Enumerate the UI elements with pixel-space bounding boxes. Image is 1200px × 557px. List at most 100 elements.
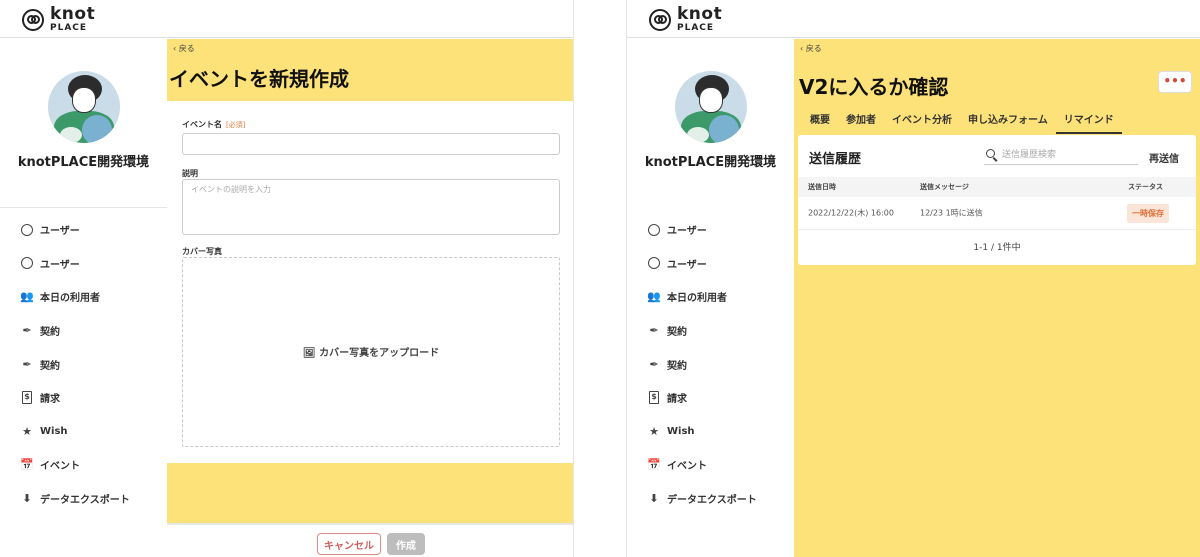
sidebar-item-contract[interactable]: ✒ 契約 [627, 314, 794, 348]
brand-logo[interactable]: knot PLACE [22, 6, 95, 33]
dollar-doc-icon: $ [20, 391, 34, 405]
sidebar-item-label: 請求 [40, 394, 60, 406]
dollar-doc-icon: $ [647, 391, 661, 405]
tab-remind[interactable]: リマインド [1055, 109, 1122, 134]
search-input[interactable]: 送信履歴検索 [984, 147, 1138, 165]
sidebar-item-label: 契約 [667, 327, 687, 339]
sidebar-item-users-2[interactable]: ユーザー [627, 247, 794, 281]
sidebar: knotPLACE開発環境 ユーザー ユーザー 👥 本日の利用者 ✒ 契約 ✒ 契約 … [627, 39, 794, 557]
chevron-left-icon: ‹ [173, 44, 177, 53]
footer-band [167, 463, 573, 523]
sidebar-item-contract-2[interactable]: ✒ 契約 [0, 347, 167, 381]
cancel-button[interactable]: キャンセル [317, 533, 381, 555]
chevron-left-icon: ‹ [800, 44, 804, 53]
resend-button[interactable]: 再送信 [1149, 150, 1179, 165]
sidebar-item-label: ユーザー [667, 226, 707, 238]
sidebar-item-label: 本日の利用者 [40, 293, 100, 305]
sidebar-item-todays-users[interactable]: 👥 本日の利用者 [627, 280, 794, 314]
table-row[interactable]: 2022/12/22(木) 16:00 12/23 1時に送信 一時保存 [798, 197, 1196, 230]
sidebar-item-contract[interactable]: ✒ 契約 [0, 314, 167, 348]
cover-photo-label: カバー写真 [182, 247, 222, 256]
sidebar-menu: ユーザー ユーザー 👥 本日の利用者 ✒ 契約 ✒ 契約 $ 請求 ★ Wish 📅 イベン… [0, 213, 167, 515]
event-remind-screen: knot PLACE knotPLACE開発環境 ユーザー ユーザー 👥 本日の利… [626, 0, 1200, 557]
tab-application-form[interactable]: 申し込みフォーム [960, 109, 1056, 134]
status-badge: 一時保存 [1127, 204, 1169, 223]
sidebar-item-label: データエクスポート [40, 495, 130, 507]
more-options-button[interactable]: ••• [1158, 71, 1192, 93]
sidebar-item-label: データエクスポート [667, 495, 757, 507]
tab-participants[interactable]: 参加者 [838, 109, 884, 134]
event-tabs: 概要 参加者 イベント分析 申し込みフォーム リマインド [802, 109, 1122, 134]
sidebar-item-label: 契約 [40, 327, 60, 339]
page-title: V2に入るか確認 [799, 75, 949, 99]
card-title: 送信履歴 [809, 152, 862, 167]
sidebar-item-billing[interactable]: $ 請求 [627, 381, 794, 415]
tab-overview[interactable]: 概要 [802, 109, 838, 134]
back-link[interactable]: ‹ 戻る [800, 43, 822, 54]
action-bar: キャンセル 作成 [167, 523, 573, 557]
knot-logo-icon [649, 8, 671, 31]
people-icon: 👥 [647, 290, 661, 304]
search-icon [986, 149, 995, 158]
sidebar-item-users[interactable]: ユーザー [627, 213, 794, 247]
cell-message: 12/23 1時に送信 [920, 208, 983, 218]
face-icon [20, 256, 34, 270]
sidebar-item-wish[interactable]: ★ Wish [627, 415, 794, 449]
cell-sent-at: 2022/12/22(木) 16:00 [808, 208, 894, 218]
event-name-label: イベント名 [必須] [182, 120, 246, 129]
pen-icon: ✒ [22, 357, 32, 371]
panel-gap [574, 0, 626, 557]
sidebar-item-label: Wish [40, 425, 68, 437]
top-bar: knot PLACE [627, 0, 1200, 38]
knot-logo-icon [22, 8, 44, 31]
pen-icon: ✒ [649, 357, 659, 371]
org-name: knotPLACE開発環境 [17, 155, 150, 170]
sidebar-item-label: 契約 [667, 360, 687, 372]
download-icon: ⬇ [22, 492, 32, 506]
back-link[interactable]: ‹ 戻る [173, 43, 195, 54]
event-name-input[interactable] [182, 133, 560, 155]
sidebar-item-contract-2[interactable]: ✒ 契約 [627, 347, 794, 381]
sidebar-item-event[interactable]: 📅 イベント [0, 448, 167, 482]
sidebar-item-label: イベント [40, 461, 80, 473]
send-history-card: 送信履歴 送信履歴検索 再送信 送信日時 送信メッセージ ステータス 2022/… [798, 135, 1196, 265]
search-placeholder: 送信履歴検索 [1002, 150, 1057, 160]
image-add-icon: 🖼 [302, 348, 316, 359]
face-icon [647, 223, 661, 237]
sidebar-item-event[interactable]: 📅 イベント [627, 448, 794, 482]
sidebar-item-label: ユーザー [667, 259, 707, 271]
description-textarea[interactable]: イベントの説明を入力 [182, 179, 560, 235]
calendar-icon: 📅 [647, 458, 661, 472]
cover-photo-upload[interactable]: 🖼 カバー写真をアップロード [182, 257, 560, 447]
face-icon [20, 223, 34, 237]
column-header-message: 送信メッセージ [920, 183, 969, 191]
sidebar-item-data-export[interactable]: ⬇ データエクスポート [0, 482, 167, 516]
upload-label: カバー写真をアップロード [319, 348, 440, 359]
top-bar: knot PLACE [0, 0, 573, 38]
pen-icon: ✒ [649, 324, 659, 338]
sidebar-item-label: ユーザー [40, 259, 80, 271]
sidebar-item-label: 契約 [40, 360, 60, 372]
required-badge: [必須] [226, 121, 246, 129]
sidebar-item-data-export[interactable]: ⬇ データエクスポート [627, 482, 794, 516]
star-icon: ★ [22, 424, 32, 438]
sidebar-item-label: ユーザー [40, 226, 80, 238]
sidebar-item-users-2[interactable]: ユーザー [0, 247, 167, 281]
brand-logo[interactable]: knot PLACE [649, 6, 722, 33]
pen-icon: ✒ [22, 324, 32, 338]
download-icon: ⬇ [649, 492, 659, 506]
brand-line1: knot [50, 4, 96, 24]
sidebar-item-wish[interactable]: ★ Wish [0, 415, 167, 449]
sidebar-item-users[interactable]: ユーザー [0, 213, 167, 247]
sidebar-menu: ユーザー ユーザー 👥 本日の利用者 ✒ 契約 ✒ 契約 $ 請求 ★ Wish 📅 イベン… [627, 213, 794, 515]
org-avatar [48, 71, 120, 143]
star-icon: ★ [649, 424, 659, 438]
brand-line2: PLACE [50, 23, 88, 33]
org-name: knotPLACE開発環境 [644, 155, 777, 170]
tab-event-analytics[interactable]: イベント分析 [884, 109, 960, 134]
sidebar-item-billing[interactable]: $ 請求 [0, 381, 167, 415]
create-button[interactable]: 作成 [387, 533, 425, 555]
main-content: ‹ 戻る V2に入るか確認 ••• 概要 参加者 イベント分析 申し込みフォーム… [794, 39, 1200, 557]
sidebar-item-todays-users[interactable]: 👥 本日の利用者 [0, 280, 167, 314]
create-event-screen: knot PLACE knotPLACE開発環境 ユーザー ユーザー 👥 本日の利… [0, 0, 574, 557]
